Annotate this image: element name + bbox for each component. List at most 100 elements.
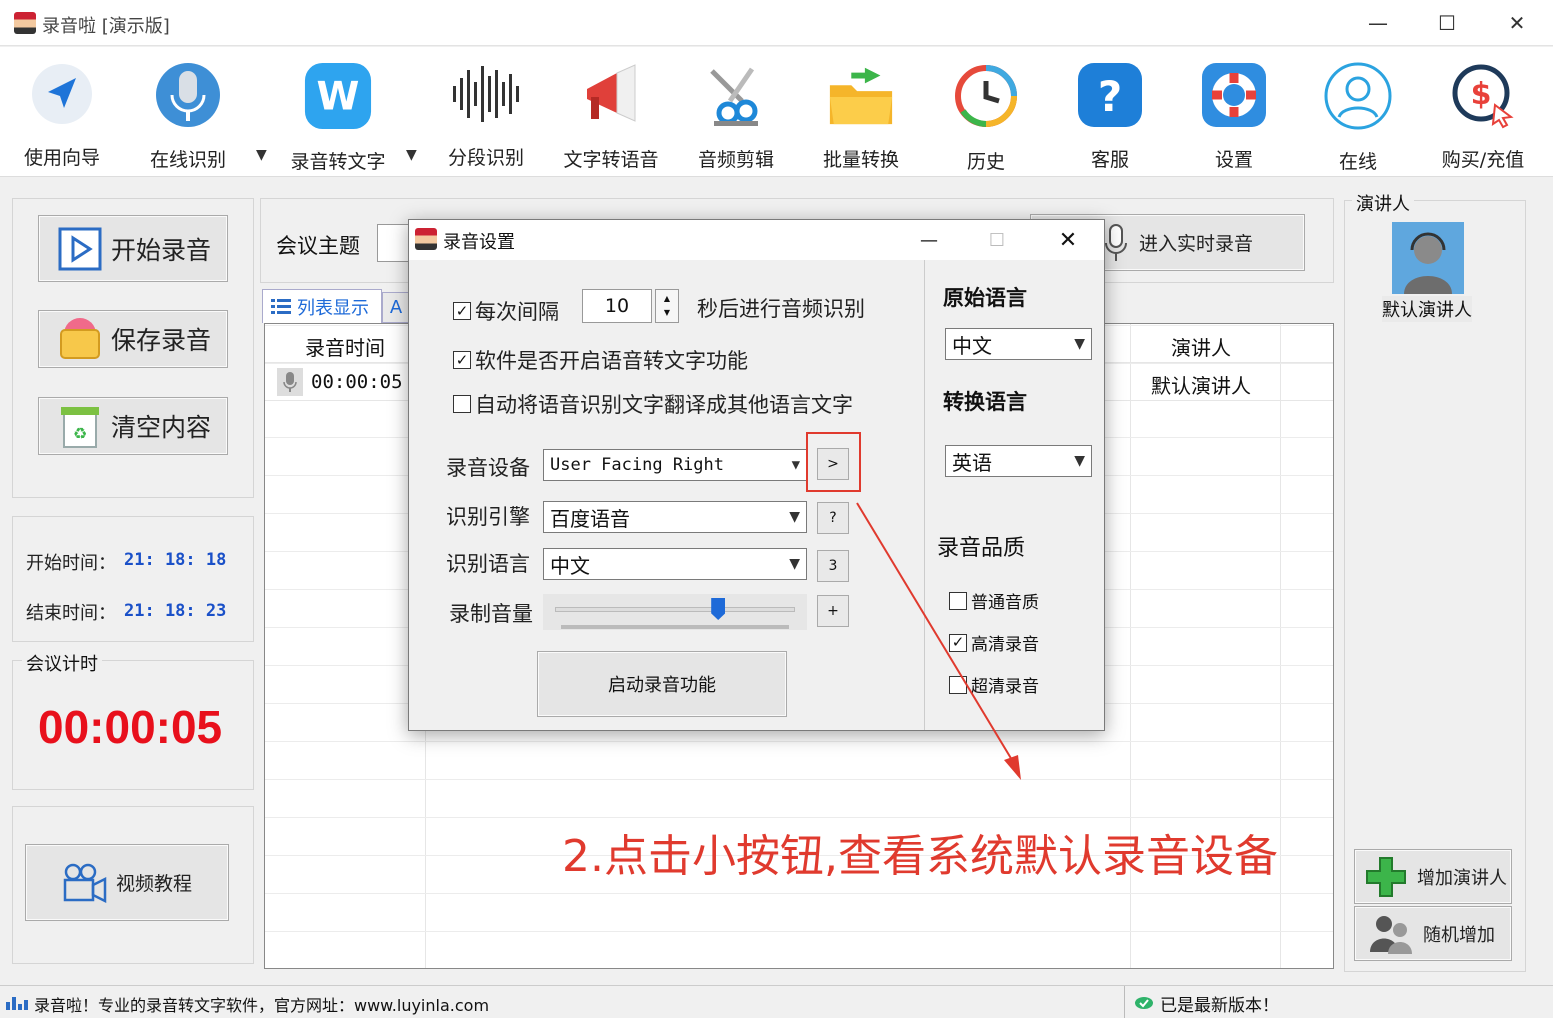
language-count-button[interactable]: 3 bbox=[817, 550, 849, 582]
chevron-up-icon[interactable]: ▲ bbox=[664, 292, 670, 306]
tool-label: 音频剪辑 bbox=[697, 149, 774, 171]
volume-level-bar bbox=[561, 625, 789, 629]
tool-label: 文字转语音 bbox=[563, 149, 659, 171]
engine-help-button[interactable]: ? bbox=[817, 502, 849, 534]
save-folder-icon bbox=[57, 316, 103, 362]
interval-checkbox[interactable]: ✓ bbox=[453, 302, 471, 320]
lifebuoy-icon bbox=[1199, 61, 1269, 129]
row-speaker-cell: 默认演讲人 bbox=[1151, 374, 1251, 398]
app-logo-icon bbox=[14, 12, 36, 34]
chevron-down-icon[interactable]: ▼ bbox=[256, 147, 267, 163]
start-recording-function-button[interactable]: 启动录音功能 bbox=[537, 651, 787, 717]
cloud-check-icon bbox=[1134, 994, 1154, 1014]
engine-select[interactable]: 百度语音 ▼ bbox=[543, 501, 807, 533]
tab-article-view[interactable]: A bbox=[382, 292, 410, 323]
users-icon bbox=[1369, 911, 1415, 957]
tool-guide[interactable]: 使用向导 bbox=[2, 55, 122, 170]
add-speaker-button[interactable]: 增加演讲人 bbox=[1354, 849, 1512, 904]
meeting-timer-title: 会议计时 bbox=[22, 650, 102, 676]
video-camera-icon bbox=[62, 860, 108, 906]
svg-text:$: $ bbox=[1471, 77, 1492, 112]
recognition-language-select[interactable]: 中文 ▼ bbox=[543, 548, 807, 580]
recycle-bin-icon: ♻ bbox=[57, 403, 103, 449]
target-language-title: 转换语言 bbox=[943, 390, 1027, 414]
clear-content-button[interactable]: ♻ 清空内容 bbox=[38, 397, 228, 455]
quality-uhd-row: 超清录音 bbox=[949, 672, 1039, 697]
avatar[interactable] bbox=[1392, 222, 1464, 294]
random-add-button[interactable]: 随机增加 bbox=[1354, 906, 1512, 961]
tab-list-view[interactable]: 列表显示 bbox=[262, 289, 382, 323]
scissors-icon bbox=[701, 61, 771, 129]
meeting-timer-value: 00:00:05 bbox=[38, 701, 223, 753]
tool-audio-to-text[interactable]: W 录音转文字 bbox=[278, 55, 398, 173]
tool-segment-recognition[interactable]: 分段识别 bbox=[426, 55, 546, 170]
end-time-label: 结束时间： bbox=[26, 603, 116, 624]
start-time-label: 开始时间： bbox=[26, 553, 116, 574]
dialog-close-button[interactable]: ✕ bbox=[1049, 224, 1087, 256]
status-message: 录音啦！专业的录音转文字软件，官方网址：www.luyinla.com bbox=[34, 996, 490, 1015]
tool-online-recognition[interactable]: 在线识别 bbox=[128, 55, 248, 171]
tool-batch-convert[interactable]: 批量转换 bbox=[801, 55, 921, 171]
tool-purchase[interactable]: $ 购买/充值 bbox=[1423, 55, 1543, 171]
question-icon: ? bbox=[1075, 61, 1145, 129]
target-language-select[interactable]: 英语 ▼ bbox=[945, 445, 1092, 477]
waveform-icon bbox=[451, 61, 521, 127]
dialog-maximize-button[interactable]: ☐ bbox=[979, 224, 1015, 256]
tool-label: 在线识别 bbox=[149, 149, 226, 171]
volume-slider-track bbox=[555, 607, 795, 612]
volume-plus-button[interactable]: + bbox=[817, 595, 849, 627]
chevron-down-icon[interactable]: ▼ bbox=[664, 306, 670, 320]
interval-stepper[interactable]: ▲ ▼ bbox=[655, 289, 679, 323]
quality-hd-checkbox[interactable]: ✓ bbox=[949, 633, 967, 652]
version-status: 已是最新版本！ bbox=[1160, 996, 1279, 1016]
toolbar: 使用向导 在线识别 ▼ W 录音转文字 ▼ 分段识别 文字转语音 音频剪辑 批量… bbox=[0, 47, 1553, 177]
play-icon bbox=[57, 226, 103, 272]
tool-audio-edit[interactable]: 音频剪辑 bbox=[676, 55, 796, 171]
navigation-arrow-icon bbox=[27, 61, 97, 127]
tool-customer-service[interactable]: ? 客服 bbox=[1050, 55, 1170, 171]
bar-chart-icon bbox=[6, 994, 28, 1010]
recording-device-select[interactable]: User Facing Right ▼ bbox=[543, 449, 807, 481]
volume-slider-thumb[interactable] bbox=[711, 598, 726, 620]
title-bar: 录音啦 [演示版] — ☐ ✕ bbox=[0, 0, 1553, 46]
source-language-select[interactable]: 中文 ▼ bbox=[945, 328, 1092, 360]
status-divider bbox=[1124, 986, 1125, 1018]
translate-checkbox[interactable] bbox=[453, 395, 471, 413]
microphone-icon[interactable] bbox=[277, 368, 303, 396]
save-recording-button[interactable]: 保存录音 bbox=[38, 310, 228, 368]
chevron-down-icon: ▼ bbox=[1074, 453, 1085, 469]
tool-settings[interactable]: 设置 bbox=[1174, 55, 1294, 171]
tool-label: 分段识别 bbox=[447, 147, 524, 169]
dialog-title-bar: 录音设置 — ☐ ✕ bbox=[409, 220, 1104, 260]
start-time-value: 21: 18: 18 bbox=[124, 550, 227, 570]
column-header-time: 录音时间 bbox=[305, 336, 385, 360]
translate-option-row: 自动将语音识别文字翻译成其他语言文字 bbox=[453, 389, 853, 419]
microphone-icon bbox=[153, 61, 223, 129]
interval-suffix-label: 秒后进行音频识别 bbox=[697, 297, 865, 321]
quality-normal-checkbox[interactable] bbox=[949, 591, 967, 610]
highlight-box bbox=[806, 432, 861, 492]
tool-online-user[interactable]: 在线 bbox=[1298, 55, 1418, 173]
chevron-down-icon: ▼ bbox=[1074, 336, 1085, 352]
close-button[interactable]: ✕ bbox=[1494, 8, 1540, 38]
tool-label: 历史 bbox=[966, 151, 1005, 173]
quality-uhd-checkbox[interactable] bbox=[949, 675, 967, 694]
history-clock-icon bbox=[951, 61, 1021, 131]
video-tutorial-button[interactable]: 视频教程 bbox=[25, 844, 229, 921]
end-time-value: 21: 18: 23 bbox=[124, 601, 227, 621]
list-icon bbox=[271, 297, 291, 317]
tool-label: 使用向导 bbox=[23, 147, 100, 169]
maximize-button[interactable]: ☐ bbox=[1424, 8, 1470, 38]
app-logo-icon bbox=[415, 228, 437, 250]
status-bar: 录音啦！专业的录音转文字软件，官方网址：www.luyinla.com 已是最新… bbox=[0, 985, 1553, 1018]
tool-history[interactable]: 历史 bbox=[926, 55, 1046, 173]
chevron-down-icon[interactable]: ▼ bbox=[406, 147, 417, 163]
stt-checkbox[interactable]: ✓ bbox=[453, 351, 471, 369]
minimize-button[interactable]: — bbox=[1355, 8, 1401, 38]
dialog-minimize-button[interactable]: — bbox=[911, 224, 947, 256]
start-recording-button[interactable]: 开始录音 bbox=[38, 215, 228, 282]
svg-text:♻: ♻ bbox=[73, 424, 87, 443]
interval-input[interactable]: 10 bbox=[582, 289, 652, 323]
volume-slider[interactable] bbox=[543, 594, 807, 630]
tool-text-to-speech[interactable]: 文字转语音 bbox=[551, 55, 671, 171]
